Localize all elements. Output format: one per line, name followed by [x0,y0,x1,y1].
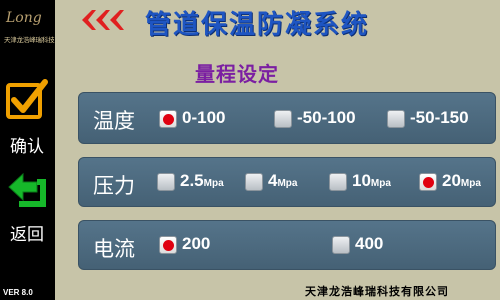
back-button[interactable]: 返回 [5,170,49,250]
radio-box[interactable] [419,173,437,191]
radio-box[interactable] [245,173,263,191]
radio-box[interactable] [274,110,292,128]
temperature-label: 温度 [93,109,135,133]
current-label: 电流 [93,237,135,261]
option-text: 4Mpa [268,171,298,190]
radio-box[interactable] [329,173,347,191]
pressure-label: 压力 [93,174,135,198]
option-text: 200 [182,234,211,253]
pressure-panel: 压力 2.5Mpa 4Mpa 10Mpa 20Mpa [78,157,496,207]
sidebar: Long 天津龙浩峰瑞科技 确认 返回 VER 8.0 [0,0,55,300]
option-text: 20Mpa [442,171,481,190]
confirm-label: 确认 [10,137,44,157]
radio-box[interactable] [157,173,175,191]
company-logo: Long 天津龙浩峰瑞科技 [4,10,55,50]
return-arrow-icon [8,172,46,207]
radio-box[interactable] [159,110,177,128]
radio-box[interactable] [159,236,177,254]
page-subtitle: 量程设定 [195,62,279,86]
company-footer: 天津龙浩峰瑞科技有限公司 [305,285,449,298]
page-title: 管道保温防凝系统 [145,10,370,40]
logo-script: Long [6,10,42,26]
temperature-panel: 温度 0-100 -50-100 -50-150 [78,92,496,144]
triple-chevron-left-icon[interactable] [80,8,128,32]
option-text: -50-150 [410,108,469,127]
checkmark-icon [6,79,48,119]
current-panel: 电流 200 400 [78,220,496,270]
confirm-button[interactable]: 确认 [5,78,49,158]
selected-dot [163,240,174,251]
option-text: 2.5Mpa [180,171,224,190]
option-text: 0-100 [182,108,226,127]
version-label: VER 8.0 [3,288,33,297]
option-text: -50-100 [297,108,356,127]
radio-box[interactable] [387,110,405,128]
option-text: 10Mpa [352,171,391,190]
selected-dot [423,177,434,188]
selected-dot [163,114,174,125]
logo-text: 天津龙浩峰瑞科技 [4,36,55,44]
radio-box[interactable] [332,236,350,254]
option-text: 400 [355,234,384,253]
back-label: 返回 [10,225,44,245]
